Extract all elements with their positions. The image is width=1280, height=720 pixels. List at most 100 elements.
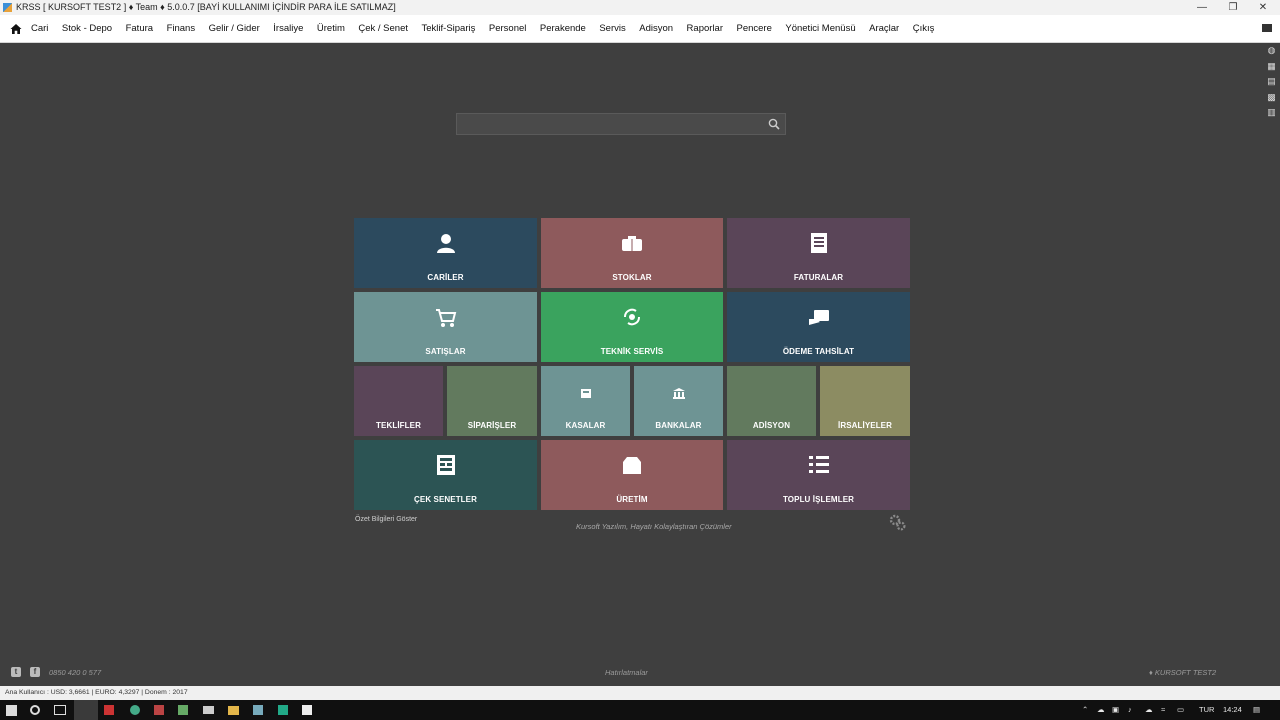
app-icon bbox=[3, 3, 12, 12]
main-menu: Cari Stok - Depo Fatura Finans Gelir / Gider… bbox=[31, 15, 948, 43]
menu-item[interactable]: Personel bbox=[489, 15, 527, 43]
payment-icon bbox=[808, 310, 829, 325]
tile-label: STOKLAR bbox=[612, 273, 652, 282]
tile-adisyon[interactable]: ADİSYON bbox=[727, 366, 816, 436]
menu-item[interactable]: Raporlar bbox=[687, 15, 723, 43]
globe-icon[interactable]: ◍ bbox=[1267, 45, 1276, 56]
menu-item[interactable]: Üretim bbox=[317, 15, 345, 43]
minimize-button[interactable]: — bbox=[1187, 0, 1217, 15]
tile-satislar[interactable]: SATIŞLAR bbox=[354, 292, 537, 362]
menu-item[interactable]: Servis bbox=[599, 15, 625, 43]
menu-bar: Cari Stok - Depo Fatura Finans Gelir / Gider… bbox=[0, 15, 1280, 43]
tile-teknik-servis[interactable]: TEKNİK SERVİS bbox=[541, 292, 723, 362]
menu-item[interactable]: İrsaliye bbox=[273, 15, 303, 43]
tile-label: TEKLİFLER bbox=[376, 421, 421, 430]
app-icon-red[interactable] bbox=[104, 705, 114, 715]
app-icon-grid[interactable] bbox=[154, 705, 164, 715]
tile-toplu-islemler[interactable]: TOPLU İŞLEMLER bbox=[727, 440, 910, 510]
calculator-icon[interactable]: ▦ bbox=[1267, 61, 1276, 72]
package-icon bbox=[623, 457, 641, 474]
calendar-icon[interactable]: ▤ bbox=[1267, 76, 1276, 87]
menu-item[interactable]: Finans bbox=[167, 15, 196, 43]
menu-item[interactable]: Yönetici Menüsü bbox=[785, 15, 855, 43]
tile-label: ÖDEME TAHSİLAT bbox=[782, 347, 855, 356]
tile-label: SATIŞLAR bbox=[425, 347, 466, 356]
facebook-icon[interactable]: f bbox=[30, 667, 40, 677]
tile-siparisler[interactable]: SİPARİŞLER bbox=[447, 366, 537, 436]
notes-icon[interactable]: ▥ bbox=[1267, 107, 1276, 118]
menu-item[interactable]: Perakende bbox=[540, 15, 586, 43]
menu-item[interactable]: Cari bbox=[31, 15, 48, 43]
bank-icon bbox=[672, 388, 685, 399]
tile-label: İRSALİYELER bbox=[838, 421, 892, 430]
menu-item[interactable]: Adisyon bbox=[639, 15, 673, 43]
status-bar: Ana Kullanıcı : USD: 3,6661 | EURO: 4,32… bbox=[0, 686, 1280, 700]
user-icon bbox=[436, 234, 455, 253]
boxes-icon bbox=[622, 236, 642, 251]
slogan: Kursoft Yazılım, Hayatı Kolaylaştıran Çö… bbox=[576, 522, 732, 531]
tile-teklifler[interactable]: TEKLİFLER bbox=[354, 366, 443, 436]
network-icon[interactable]: ▣ bbox=[1112, 700, 1119, 720]
tile-cariler[interactable]: CARİLER bbox=[354, 218, 537, 288]
tile-irsaliyeler[interactable]: İRSALİYELER bbox=[820, 366, 910, 436]
side-toolbar: ◍ ▦ ▤ ▩ ▥ bbox=[1267, 45, 1277, 123]
numbered-list-icon bbox=[808, 456, 829, 473]
volume-icon[interactable]: ♪ bbox=[1128, 700, 1132, 720]
tile-cek-senetler[interactable]: ÇEK SENETLER bbox=[354, 440, 537, 510]
search-icon[interactable] bbox=[768, 118, 780, 130]
tile-label: ADİSYON bbox=[752, 421, 791, 430]
start-icon[interactable] bbox=[6, 705, 17, 716]
tile-kasalar[interactable]: KASALAR bbox=[541, 366, 630, 436]
settings-gear-icon[interactable] bbox=[889, 514, 906, 531]
reminders-link[interactable]: Hatırlatmalar bbox=[605, 668, 648, 677]
menu-item[interactable]: Gelir / Gider bbox=[209, 15, 260, 43]
home-icon[interactable] bbox=[10, 23, 22, 35]
cash-register-icon bbox=[580, 389, 591, 398]
tile-label: KASALAR bbox=[565, 421, 606, 430]
app-icon-white[interactable] bbox=[302, 705, 312, 715]
menu-item[interactable]: Çıkış bbox=[913, 15, 935, 43]
wifi-icon[interactable]: ≈ bbox=[1161, 700, 1165, 720]
excel-icon[interactable] bbox=[278, 705, 288, 715]
chrome-icon[interactable] bbox=[130, 705, 140, 715]
tile-label: FATURALAR bbox=[793, 273, 844, 282]
tile-odeme-tahsilat[interactable]: ÖDEME TAHSİLAT bbox=[727, 292, 910, 362]
onedrive-icon[interactable]: ☁ bbox=[1145, 700, 1153, 720]
menu-item[interactable]: Çek / Senet bbox=[358, 15, 408, 43]
phone-number: 0850 420 0 577 bbox=[49, 668, 102, 677]
cheque-icon bbox=[436, 455, 455, 475]
keyboard-tray-icon[interactable]: ▭ bbox=[1177, 700, 1184, 720]
tile-uretim[interactable]: ÜRETİM bbox=[541, 440, 723, 510]
grid-icon[interactable]: ▩ bbox=[1267, 92, 1276, 103]
search-input[interactable] bbox=[457, 114, 757, 134]
menu-item[interactable]: Fatura bbox=[126, 15, 153, 43]
language-indicator[interactable]: TUR bbox=[1199, 700, 1214, 720]
krss-app-icon[interactable] bbox=[74, 700, 98, 720]
folder-icon[interactable] bbox=[228, 706, 239, 715]
tile-label: TEKNİK SERVİS bbox=[600, 347, 664, 356]
restore-button[interactable]: ❐ bbox=[1218, 0, 1248, 15]
tile-stoklar[interactable]: STOKLAR bbox=[541, 218, 723, 288]
keyboard-icon[interactable] bbox=[203, 706, 214, 714]
tile-bankalar[interactable]: BANKALAR bbox=[634, 366, 723, 436]
app-icon-blue[interactable] bbox=[253, 705, 263, 715]
tray-chevron-icon[interactable]: ⌃ bbox=[1082, 700, 1088, 720]
app-icon-green[interactable] bbox=[178, 705, 188, 715]
clock[interactable]: 14:24 bbox=[1223, 700, 1242, 720]
panel-toggle-icon[interactable] bbox=[1262, 24, 1272, 32]
tile-faturalar[interactable]: FATURALAR bbox=[727, 218, 910, 288]
cloud-icon[interactable]: ☁ bbox=[1097, 700, 1105, 720]
menu-item[interactable]: Araçlar bbox=[869, 15, 899, 43]
tile-label: ÜRETİM bbox=[616, 495, 648, 504]
search-taskbar-icon[interactable] bbox=[30, 705, 40, 715]
menu-item[interactable]: Teklif-Sipariş bbox=[422, 15, 476, 43]
summary-link[interactable]: Özet Bilgileri Göster bbox=[355, 516, 417, 523]
menu-item[interactable]: Stok - Depo bbox=[62, 15, 112, 43]
notification-icon[interactable]: ▤ bbox=[1253, 700, 1260, 720]
tile-label: TOPLU İŞLEMLER bbox=[782, 495, 855, 504]
cart-icon bbox=[435, 309, 456, 327]
twitter-icon[interactable]: t bbox=[11, 667, 21, 677]
menu-item[interactable]: Pencere bbox=[736, 15, 771, 43]
task-view-icon[interactable] bbox=[54, 705, 66, 715]
close-button[interactable]: ✕ bbox=[1248, 0, 1278, 15]
